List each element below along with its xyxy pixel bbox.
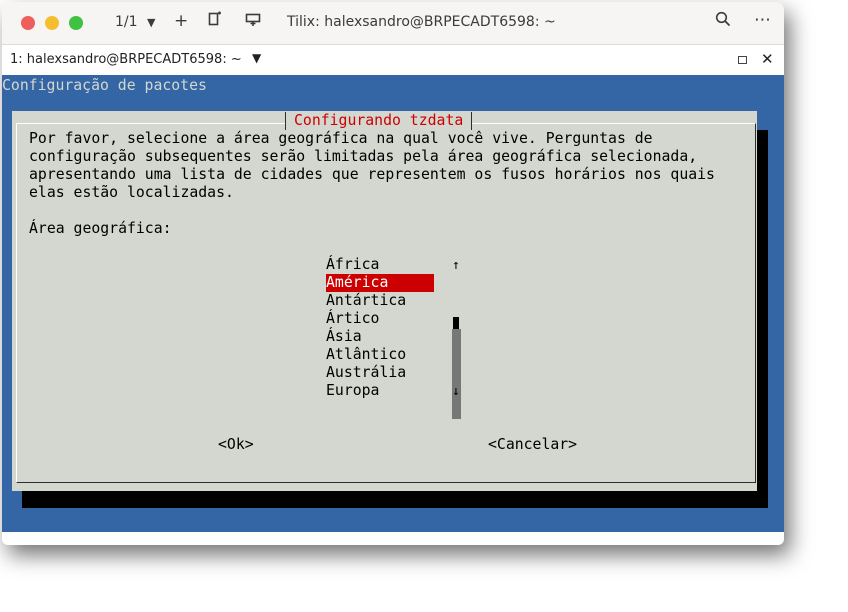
- prompt-label: Área geográfica:: [29, 220, 172, 237]
- session-title[interactable]: 1: halexsandro@BRPECADT6598: ~: [10, 52, 242, 67]
- terminal-area[interactable]: Configuração de pacotes Configurando tzd…: [2, 75, 784, 532]
- list-item[interactable]: Ártico: [326, 310, 434, 328]
- more-icon[interactable]: ⋯: [754, 10, 771, 30]
- chevron-down-icon[interactable]: ▼: [147, 13, 155, 33]
- plus-icon[interactable]: +: [174, 11, 188, 31]
- ok-button[interactable]: <Ok>: [218, 436, 254, 454]
- minimize-window-button[interactable]: [45, 16, 59, 30]
- cancel-button[interactable]: <Cancelar>: [488, 436, 577, 454]
- search-icon[interactable]: [715, 11, 731, 32]
- dialog-shadow: [756, 130, 768, 508]
- close-terminal-icon[interactable]: ✕: [761, 50, 774, 68]
- header-bar: 1/1 ▼ + Tilix: halexsandro@BRPECADT6598:…: [2, 2, 784, 45]
- scroll-down-icon[interactable]: ↓: [452, 383, 460, 401]
- tilix-window: 1/1 ▼ + Tilix: halexsandro@BRPECADT6598:…: [2, 2, 784, 545]
- session-bar: 1: halexsandro@BRPECADT6598: ~ ▼ ✕: [2, 45, 784, 76]
- tzdata-dialog: Configurando tzdata Por favor, selecione…: [12, 111, 757, 491]
- window-title: Tilix: halexsandro@BRPECADT6598: ~: [287, 14, 556, 30]
- maximize-window-button[interactable]: [69, 16, 83, 30]
- list-item[interactable]: Austrália: [326, 364, 434, 382]
- list-item[interactable]: Antártica: [326, 292, 434, 310]
- list-item[interactable]: Europa: [326, 382, 434, 400]
- list-item[interactable]: África: [326, 256, 434, 274]
- scrollbar-thumb[interactable]: [453, 317, 459, 329]
- new-window-icon[interactable]: [245, 11, 261, 32]
- new-terminal-icon[interactable]: [208, 11, 222, 32]
- backtitle: Configuração de pacotes: [2, 77, 207, 94]
- close-window-button[interactable]: [21, 16, 35, 30]
- dialog-title: Configurando tzdata: [285, 112, 473, 130]
- description-line: apresentando uma lista de cidades que re…: [29, 166, 715, 183]
- list-item[interactable]: Atlântico: [326, 346, 434, 364]
- scroll-up-icon[interactable]: ↑: [452, 257, 460, 275]
- maximize-terminal-icon[interactable]: [738, 56, 747, 64]
- chevron-down-icon[interactable]: ▼: [252, 51, 261, 65]
- description-line: elas estão localizadas.: [29, 184, 234, 201]
- session-count[interactable]: 1/1: [115, 14, 138, 30]
- list-item[interactable]: Ásia: [326, 328, 434, 346]
- description-line: configuração subsequentes serão limitada…: [29, 148, 698, 165]
- dialog-shadow: [22, 491, 768, 508]
- list-item-selected[interactable]: América: [326, 274, 434, 292]
- description-line: Por favor, selecione a área geográfica n…: [29, 130, 653, 147]
- scrollbar-track[interactable]: [452, 329, 461, 419]
